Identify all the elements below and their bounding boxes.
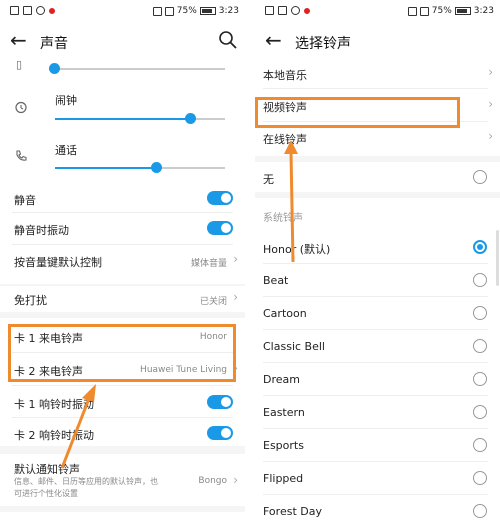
choose-ringtone-screen: 75% 3:23 ← 选择铃声 本地音乐 › 视频铃声 › 在线铃声 › 无 系… xyxy=(255,0,500,524)
arrow-annotation-icon xyxy=(60,384,96,469)
arrow-annotation-icon xyxy=(284,140,298,263)
sound-settings-screen: 75% 3:23 ← 声音 ▯ 闹钟 通话 静音 静音时振动 按音量键默认控制 … xyxy=(0,0,245,524)
screenshot-composite: 75% 3:23 ← 声音 ▯ 闹钟 通话 静音 静音时振动 按音量键默认控制 … xyxy=(0,0,500,524)
